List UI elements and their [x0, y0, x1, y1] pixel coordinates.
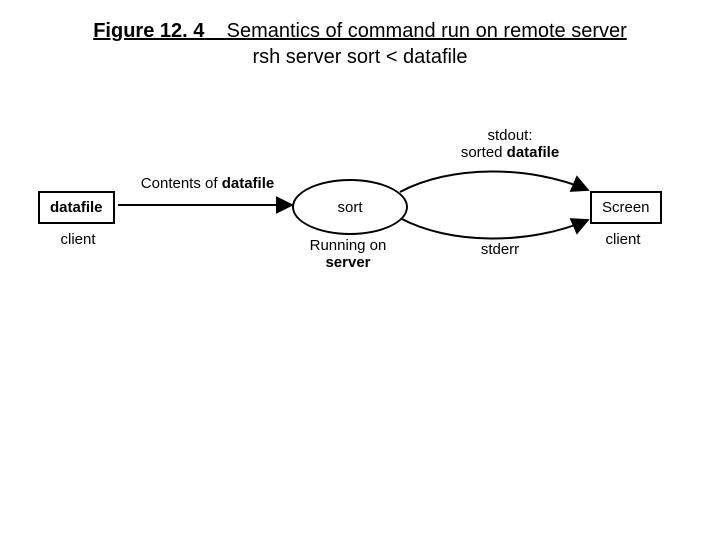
node-sort-caption: Running on server [292, 237, 404, 271]
edge-datafile-sort-label: Contents of datafile [120, 175, 295, 192]
figure-number: Figure 12. 4 [93, 20, 204, 42]
figure-title-text: Semantics of command run on remote serve… [227, 20, 627, 42]
edge-stderr-label: stderr [460, 241, 540, 258]
node-sort: sort [292, 179, 408, 235]
node-screen-caption: client [598, 231, 648, 248]
edge-stdout-label: stdout: sorted datafile [440, 127, 580, 161]
node-datafile-label: datafile [50, 199, 103, 216]
figure-subtitle: rsh server sort < datafile [0, 44, 720, 70]
diagram: datafile client Contents of datafile sor… [30, 135, 690, 315]
node-screen: Screen [590, 191, 662, 224]
node-datafile-caption: client [48, 231, 108, 248]
node-screen-label: Screen [602, 199, 650, 216]
node-sort-label: sort [337, 199, 362, 216]
node-datafile: datafile [38, 191, 115, 224]
figure-title: Figure 12. 4 Semantics of command run on… [0, 18, 720, 70]
